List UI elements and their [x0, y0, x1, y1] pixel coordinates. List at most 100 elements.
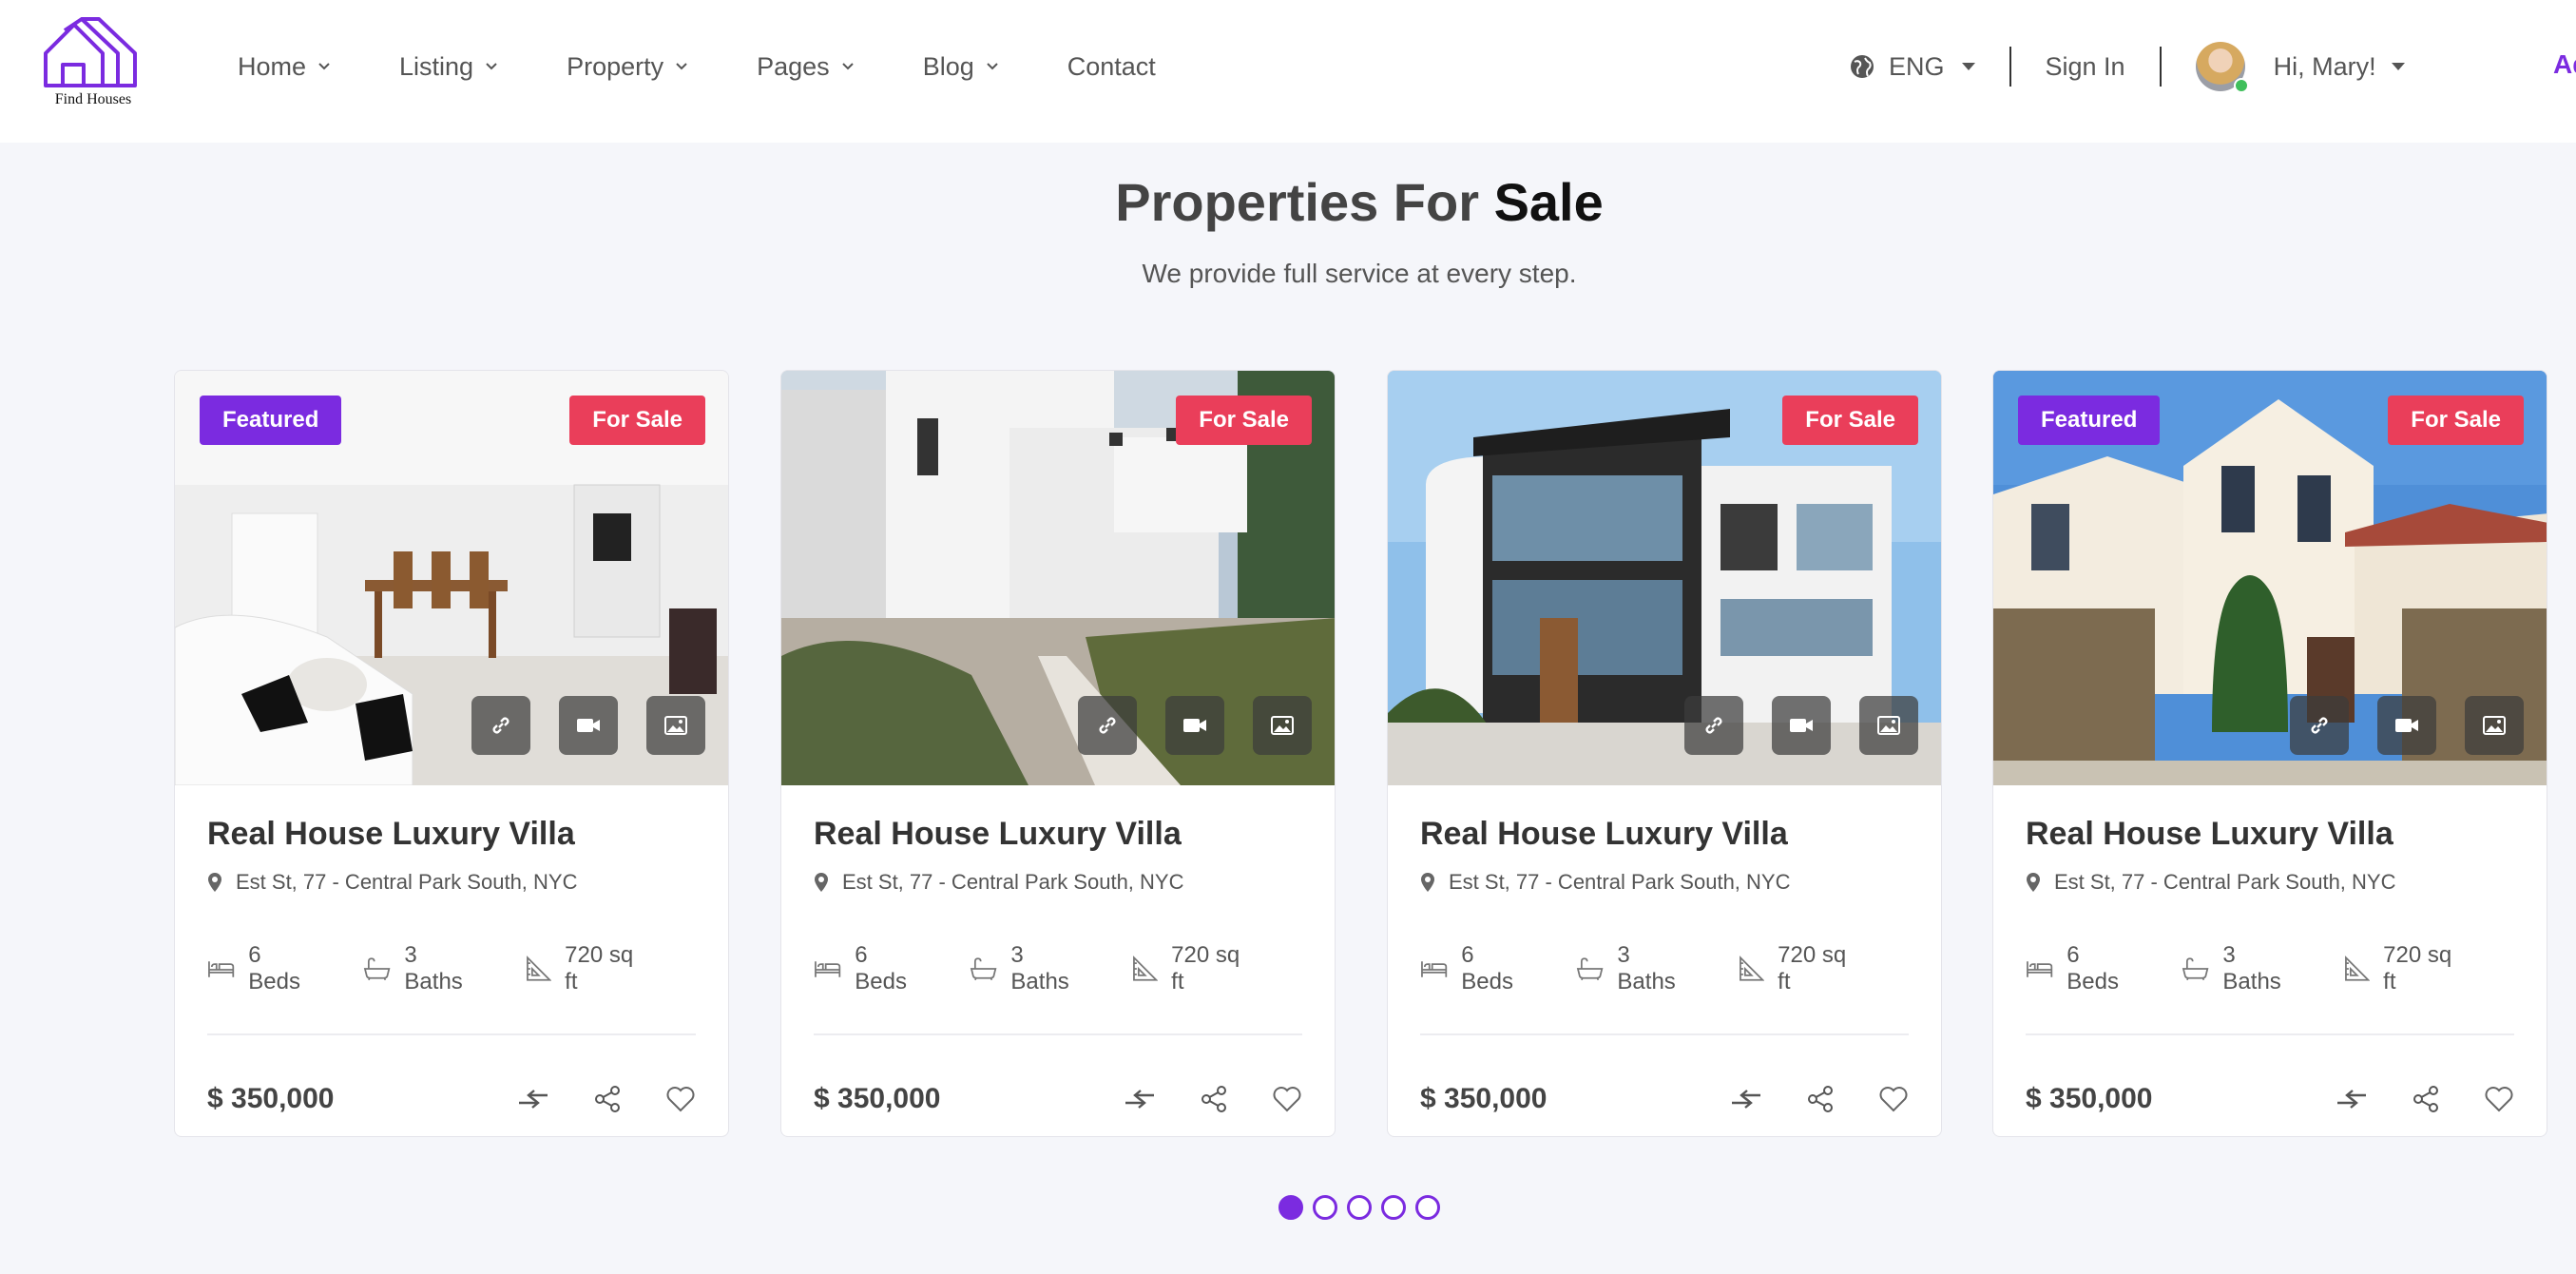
chevron-down-icon: [841, 63, 854, 70]
nav-item-home[interactable]: Home: [238, 48, 331, 86]
property-card[interactable]: For Sale Real House Luxury Villa Est St,…: [1387, 370, 1942, 1137]
caret-down-icon: [2391, 63, 2405, 70]
heart-icon[interactable]: [1878, 1086, 1909, 1112]
chevron-down-icon: [318, 63, 330, 70]
divider: [2159, 47, 2162, 87]
gallery-icon[interactable]: [2465, 696, 2524, 755]
compare-icon[interactable]: [1124, 1089, 1156, 1110]
video-icon[interactable]: [2377, 696, 2436, 755]
image-actions: [1684, 696, 1918, 755]
card-footer: $ 350,000: [1420, 1083, 1909, 1115]
property-features: 6 Beds 3 Baths 720 sq ft: [2026, 942, 2514, 995]
bed-icon: [2027, 961, 2053, 977]
beds-text: 6 Beds: [855, 942, 907, 994]
address-text: Est St, 77 - Central Park South, NYC: [236, 870, 578, 894]
logo[interactable]: Find Houses: [40, 17, 146, 112]
heart-icon[interactable]: [665, 1086, 696, 1112]
property-image[interactable]: Featured For Sale: [1993, 371, 2547, 785]
card-footer: $ 350,000: [814, 1083, 1302, 1115]
chevron-down-icon: [987, 63, 998, 70]
featured-badge: Featured: [2018, 396, 2161, 445]
section-title-part1: Properties For: [1115, 172, 1479, 232]
property-card[interactable]: Featured For Sale Real House Luxury Vill…: [174, 370, 729, 1137]
image-actions: [2290, 696, 2524, 755]
baths-feature: 3 Baths: [2182, 942, 2298, 995]
avatar: [2195, 42, 2249, 93]
online-status-icon: [2233, 78, 2249, 93]
gallery-icon[interactable]: [1859, 696, 1918, 755]
compare-icon[interactable]: [517, 1089, 549, 1110]
beds-text: 6 Beds: [2067, 942, 2119, 994]
link-icon[interactable]: [1078, 696, 1137, 755]
heart-icon[interactable]: [2484, 1086, 2514, 1112]
nav-item-blog[interactable]: Blog: [923, 48, 999, 86]
gallery-icon[interactable]: [646, 696, 705, 755]
nav-label: Blog: [922, 51, 974, 81]
carousel-dot-3[interactable]: [1347, 1195, 1372, 1220]
link-icon[interactable]: [1684, 696, 1743, 755]
property-title[interactable]: Real House Luxury Villa: [2026, 816, 2514, 853]
compare-icon[interactable]: [2336, 1089, 2368, 1110]
card-actions: [2336, 1085, 2514, 1113]
beds-text: 6 Beds: [248, 942, 300, 994]
property-card[interactable]: Featured For Sale Real House Luxury Vill…: [1992, 370, 2547, 1137]
section-title-part2: Sale: [1493, 172, 1604, 232]
property-price: $ 350,000: [1420, 1083, 1548, 1114]
property-title[interactable]: Real House Luxury Villa: [207, 816, 696, 853]
add-listing-button[interactable]: Ad: [2553, 49, 2576, 80]
compare-icon[interactable]: [1730, 1089, 1762, 1110]
property-card[interactable]: For Sale Real House Luxury Villa Est St,…: [780, 370, 1336, 1137]
share-icon[interactable]: [2412, 1085, 2440, 1113]
carousel-dot-2[interactable]: [1313, 1195, 1337, 1220]
baths-text: 3 Baths: [1010, 942, 1069, 994]
property-image[interactable]: Featured For Sale: [175, 371, 728, 785]
share-icon[interactable]: [1200, 1085, 1228, 1113]
divider: [2009, 47, 2011, 87]
link-icon[interactable]: [471, 696, 530, 755]
card-footer: $ 350,000: [2026, 1083, 2514, 1115]
property-features: 6 Beds 3 Baths 720 sq ft: [814, 942, 1302, 995]
carousel-dot-4[interactable]: [1381, 1195, 1406, 1220]
area-text: 720 sq ft: [1778, 942, 1847, 994]
property-title[interactable]: Real House Luxury Villa: [814, 816, 1302, 853]
heart-icon[interactable]: [1272, 1086, 1302, 1112]
property-price: $ 350,000: [207, 1083, 335, 1114]
property-image[interactable]: For Sale: [781, 371, 1335, 785]
link-icon[interactable]: [2290, 696, 2349, 755]
property-features: 6 Beds 3 Baths 720 sq ft: [1420, 942, 1909, 995]
address-text: Est St, 77 - Central Park South, NYC: [842, 870, 1184, 894]
language-selector[interactable]: ENG: [1849, 52, 1975, 82]
property-features: 6 Beds 3 Baths 720 sq ft: [207, 942, 696, 995]
map-pin-icon: [208, 873, 221, 892]
carousel-dot-1[interactable]: [1278, 1195, 1303, 1220]
area-icon: [526, 956, 552, 981]
bed-icon: [208, 961, 235, 977]
area-text: 720 sq ft: [2383, 942, 2452, 994]
baths-text: 3 Baths: [1617, 942, 1676, 994]
property-image[interactable]: For Sale: [1388, 371, 1941, 785]
nav-label: Listing: [399, 51, 474, 81]
sign-in-link[interactable]: Sign In: [2046, 52, 2125, 82]
chevron-down-icon: [486, 63, 497, 70]
share-icon[interactable]: [593, 1085, 622, 1113]
user-menu[interactable]: Hi, Mary!: [2195, 42, 2405, 93]
featured-badge: Featured: [200, 396, 342, 445]
nav-item-property[interactable]: Property: [567, 48, 688, 86]
beds-feature: 6 Beds: [207, 942, 317, 995]
nav-item-listing[interactable]: Listing: [399, 48, 498, 86]
video-icon[interactable]: [1772, 696, 1831, 755]
video-icon[interactable]: [1165, 696, 1224, 755]
for-sale-badge: For Sale: [1782, 396, 1918, 445]
nav-item-contact[interactable]: Contact: [1067, 48, 1156, 86]
share-icon[interactable]: [1806, 1085, 1835, 1113]
nav-label: Contact: [1067, 51, 1156, 81]
nav-item-pages[interactable]: Pages: [757, 48, 855, 86]
divider: [2026, 1033, 2514, 1035]
video-icon[interactable]: [559, 696, 618, 755]
property-title[interactable]: Real House Luxury Villa: [1420, 816, 1909, 853]
card-body: Real House Luxury Villa Est St, 77 - Cen…: [781, 816, 1335, 1115]
carousel-dot-5[interactable]: [1415, 1195, 1440, 1220]
gallery-icon[interactable]: [1253, 696, 1312, 755]
property-address: Est St, 77 - Central Park South, NYC: [207, 870, 696, 895]
main-nav: Home Listing Property Pages Blog Contact: [238, 48, 1224, 86]
